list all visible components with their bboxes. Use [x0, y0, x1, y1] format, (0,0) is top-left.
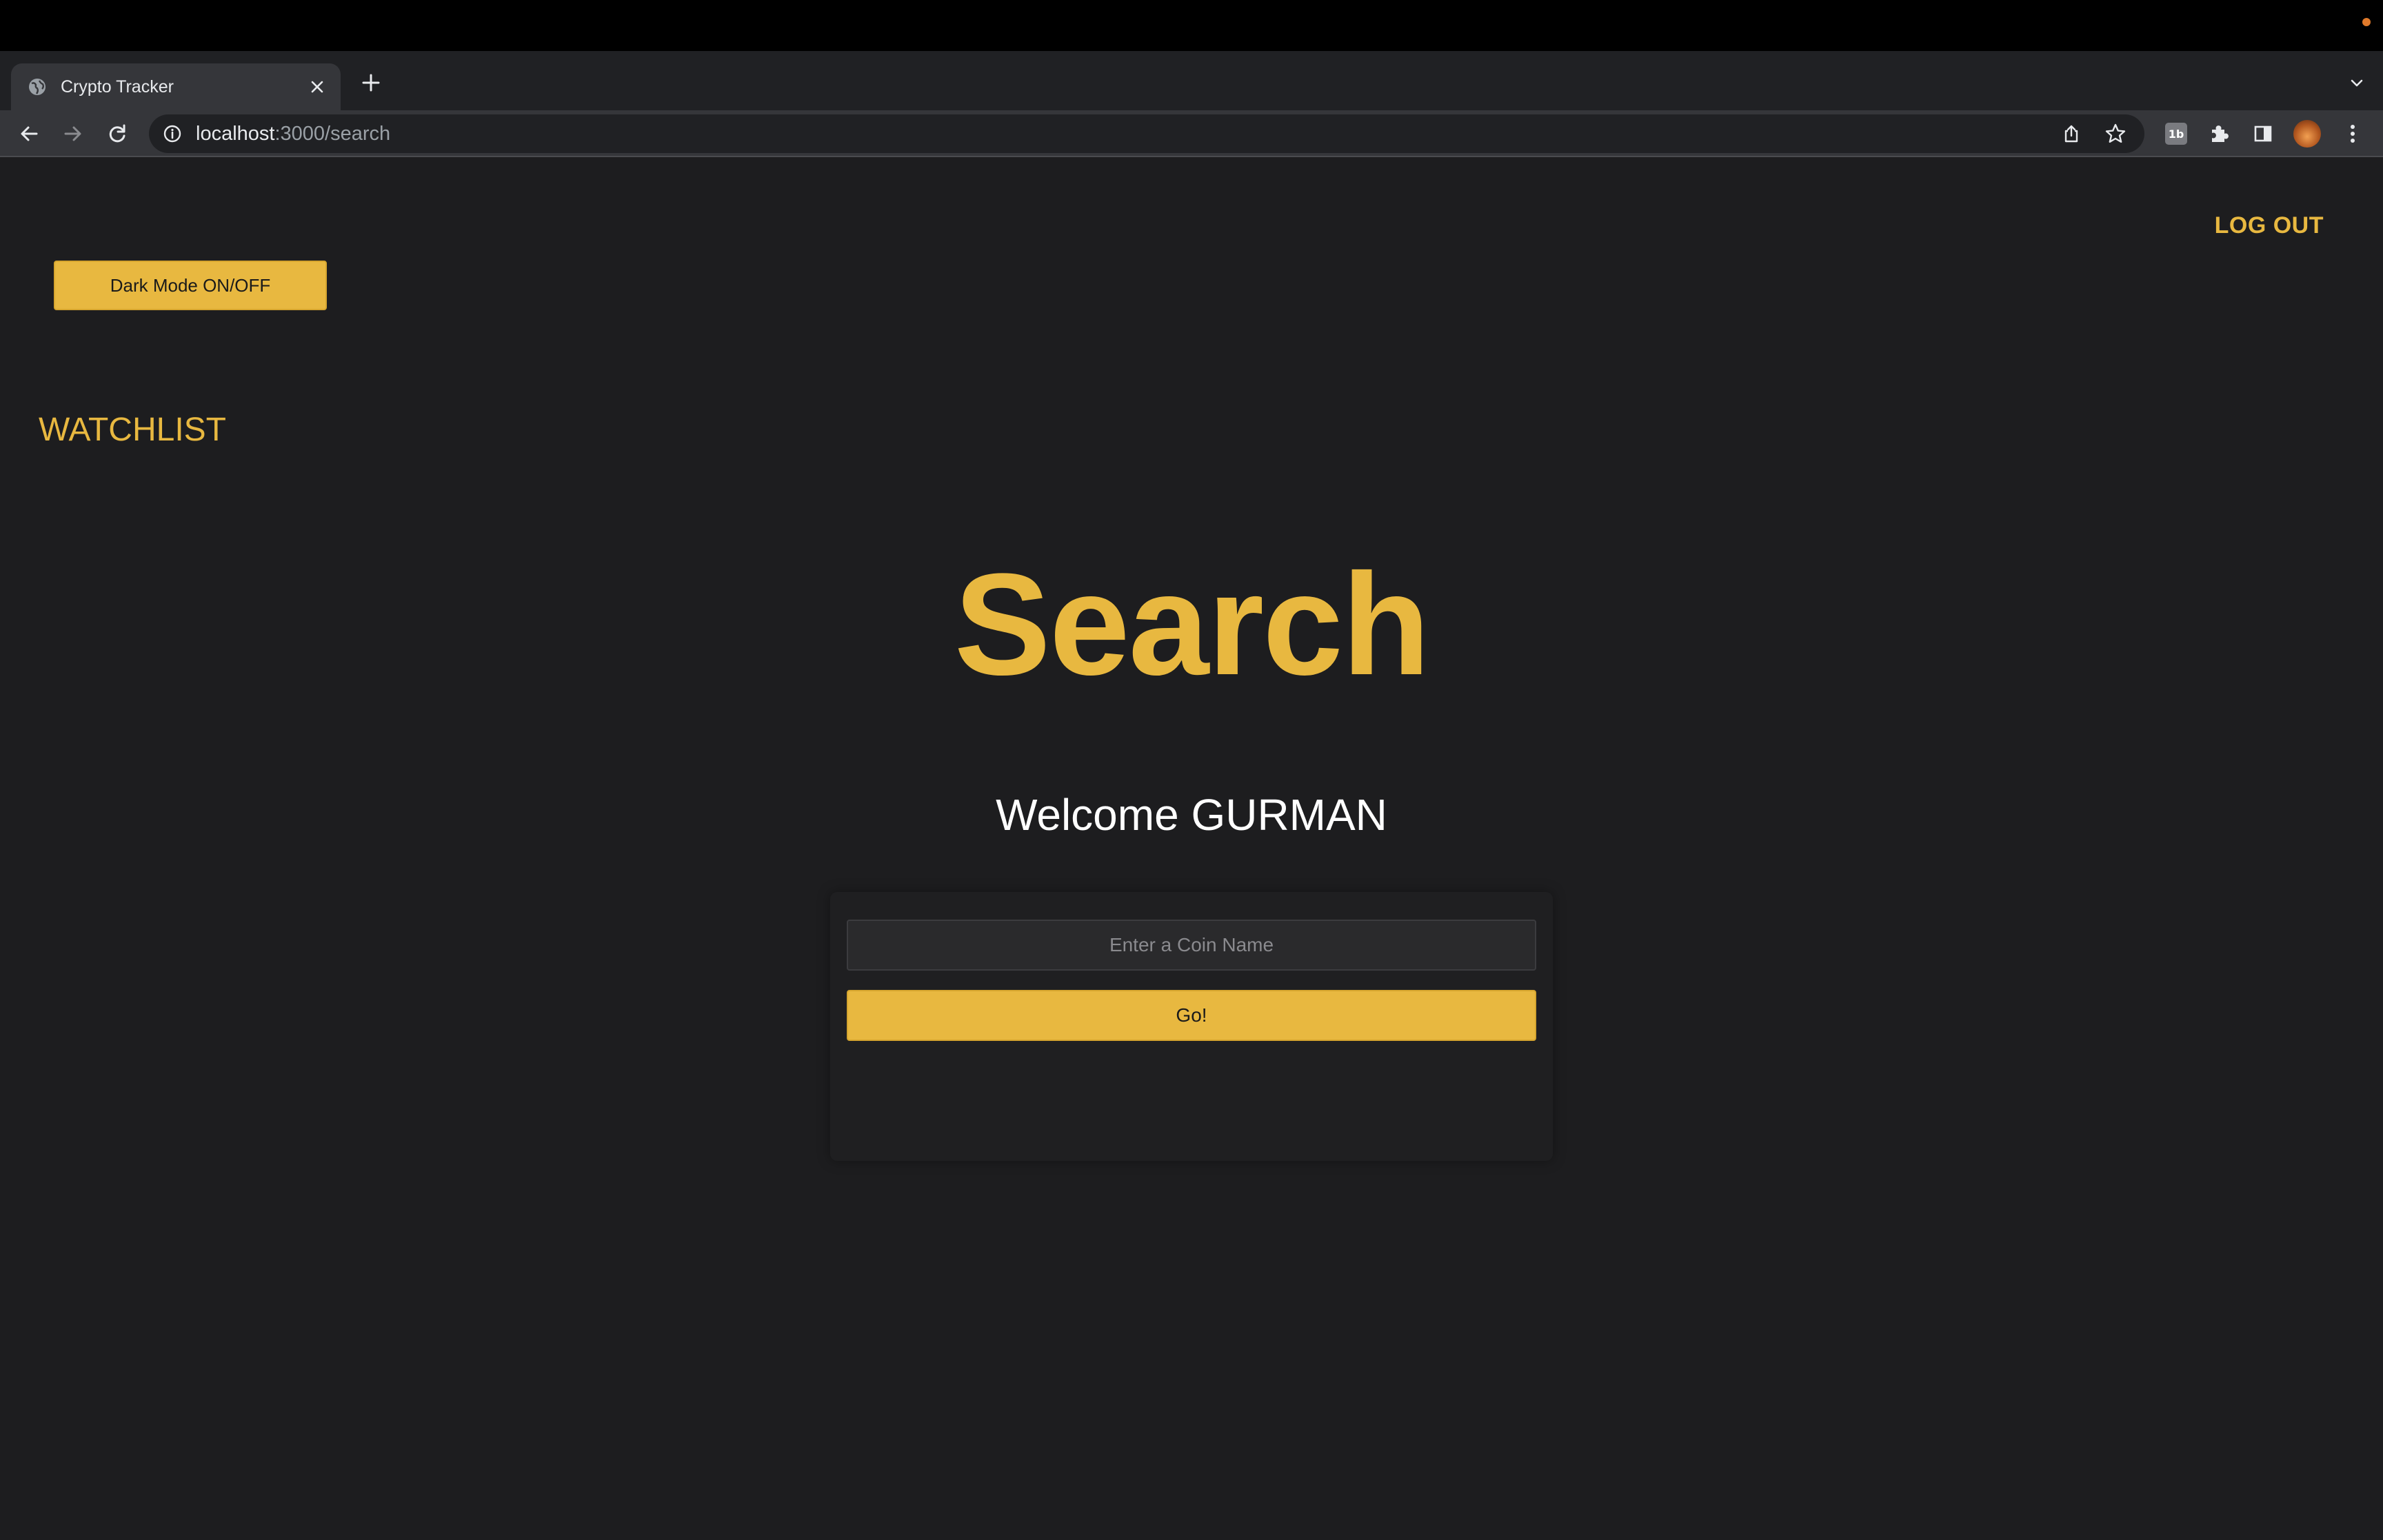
welcome-message: Welcome GURMAN — [996, 790, 1387, 840]
share-icon[interactable] — [2059, 121, 2084, 146]
url-text: localhost:3000/search — [196, 123, 390, 145]
page-content: LOG OUT Dark Mode ON/OFF WATCHLIST Searc… — [0, 159, 2383, 1540]
browser-tab[interactable]: Crypto Tracker — [11, 63, 341, 110]
extension-1b-icon[interactable]: 1b — [2161, 119, 2191, 149]
os-menubar — [0, 0, 2383, 51]
close-icon[interactable] — [303, 73, 331, 101]
forward-arrow-icon[interactable] — [57, 117, 90, 150]
dark-mode-toggle-button[interactable]: Dark Mode ON/OFF — [54, 261, 327, 310]
browser-tabstrip: Crypto Tracker — [0, 51, 2383, 110]
url-host: localhost — [196, 123, 275, 145]
back-arrow-icon[interactable] — [12, 117, 46, 150]
watchlist-link[interactable]: WATCHLIST — [39, 411, 226, 449]
bookmark-star-icon[interactable] — [2103, 121, 2128, 146]
kebab-menu-icon[interactable] — [2337, 119, 2368, 149]
globe-icon — [28, 77, 47, 97]
page-title: Search — [954, 543, 1430, 705]
extension-badge: 1b — [2165, 123, 2187, 145]
info-icon[interactable] — [163, 124, 182, 143]
status-dot-icon — [2362, 18, 2371, 26]
logout-link[interactable]: LOG OUT — [2215, 212, 2324, 239]
coin-search-input[interactable] — [847, 920, 1536, 971]
new-tab-plus-icon[interactable] — [356, 68, 386, 98]
browser-toolbar: localhost:3000/search 1b — [0, 110, 2383, 157]
tab-title: Crypto Tracker — [61, 77, 174, 97]
go-button[interactable]: Go! — [847, 990, 1536, 1041]
profile-avatar[interactable] — [2292, 119, 2322, 149]
address-bar[interactable]: localhost:3000/search — [149, 114, 2144, 153]
avatar — [2293, 120, 2321, 148]
reload-icon[interactable] — [101, 117, 134, 150]
search-form: Go! — [830, 892, 1553, 1161]
chevron-down-icon[interactable] — [2342, 68, 2372, 98]
puzzle-icon[interactable] — [2204, 119, 2234, 149]
sidebar-icon[interactable] — [2248, 119, 2278, 149]
url-path: :3000/search — [274, 123, 391, 145]
